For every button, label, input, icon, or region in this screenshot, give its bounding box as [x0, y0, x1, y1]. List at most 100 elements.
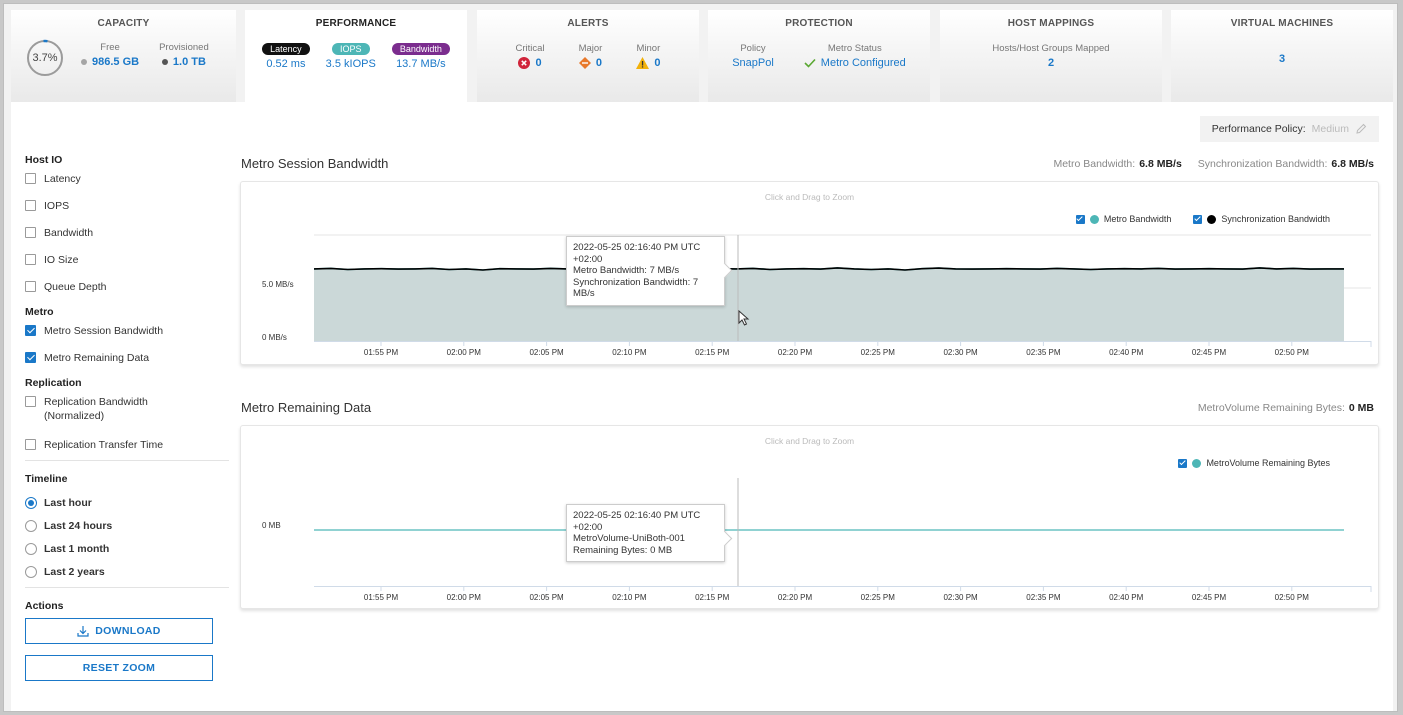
- timeline-option[interactable]: Last hour: [25, 491, 229, 514]
- timeline-heading: Timeline: [25, 473, 68, 485]
- tile-protection[interactable]: PROTECTION Policy SnapPol Metro Status M…: [708, 10, 930, 102]
- divider: [25, 460, 229, 461]
- policy-value[interactable]: SnapPol: [732, 57, 774, 69]
- checkbox[interactable]: [25, 396, 36, 407]
- timeline-option[interactable]: Last 1 month: [25, 537, 229, 560]
- metric-checkbox-row[interactable]: Latency: [25, 172, 229, 199]
- x-tick-label: 02:35 PM: [1026, 348, 1061, 357]
- checkbox-label: Replication Transfer Time: [44, 439, 164, 451]
- x-tick-label: 02:50 PM: [1275, 348, 1310, 357]
- free-dot-icon: [81, 59, 87, 65]
- x-tick-label: 02:20 PM: [778, 348, 813, 357]
- metric-checkbox-row[interactable]: Queue Depth: [25, 280, 229, 307]
- critical-label: Critical: [515, 43, 545, 54]
- radio-button[interactable]: [25, 542, 37, 555]
- radio-button[interactable]: [25, 519, 37, 532]
- radio-label: Last 24 hours: [44, 519, 113, 532]
- checkbox-label: Replication Bandwidth (Normalized): [44, 396, 148, 422]
- reset-zoom-label: RESET ZOOM: [82, 662, 156, 674]
- major-count: 0: [595, 57, 602, 69]
- provisioned-value: 1.0 TB: [172, 56, 206, 68]
- tile-title: ALERTS: [567, 18, 609, 29]
- bandwidth-tooltip: 2022-05-25 02:16:40 PM UTC +02:00 Metro …: [566, 236, 725, 306]
- timeline-option[interactable]: Last 24 hours: [25, 514, 229, 537]
- checkbox[interactable]: [25, 254, 36, 265]
- x-tick-label: 02:25 PM: [861, 593, 896, 602]
- tile-host-mappings[interactable]: HOST MAPPINGS Hosts/Host Groups Mapped 2: [940, 10, 1162, 102]
- check-icon: [804, 58, 816, 68]
- critical-count: 0: [535, 57, 542, 69]
- checkbox[interactable]: [25, 439, 36, 450]
- radio-button[interactable]: [25, 496, 37, 509]
- timeline-option[interactable]: Last 2 years: [25, 560, 229, 583]
- remaining-chart-title: Metro Remaining Data: [241, 400, 372, 415]
- app-frame: CAPACITY 3.7% Free 986.5 GB Provisioned …: [3, 3, 1398, 712]
- metrics-sidebar: Host IO Latency IOPS Bandwidth IO Size Queue…: [25, 154, 229, 681]
- tile-title: PERFORMANCE: [315, 18, 397, 29]
- metric-checkbox-row[interactable]: IOPS: [25, 199, 229, 226]
- bandwidth-value: 13.7 MB/s: [396, 58, 446, 70]
- remaining-plot[interactable]: 0 MB 01:55 PM 02:00 PM 02:05 PM 02:10 PM 02:1…: [241, 426, 1380, 610]
- x-tick-label: 02:35 PM: [1026, 593, 1061, 602]
- checkbox[interactable]: [25, 173, 36, 184]
- remaining-bytes-stat-value: 0 MB: [1348, 402, 1374, 414]
- minor-warning-icon: [636, 57, 650, 69]
- sync-bandwidth-stat-label: Synchronization Bandwidth:: [1197, 158, 1328, 170]
- tooltip-line: +02:00: [573, 253, 603, 265]
- metric-checkbox-row[interactable]: Metro Session Bandwidth: [25, 324, 229, 351]
- performance-policy[interactable]: Performance Policy: Medium: [1199, 116, 1379, 142]
- x-tick-label: 01:55 PM: [364, 348, 399, 357]
- reset-zoom-button[interactable]: RESET ZOOM: [25, 655, 213, 681]
- checkbox[interactable]: [25, 281, 36, 292]
- tooltip-line: MB/s: [573, 288, 595, 299]
- tile-alerts[interactable]: ALERTS Critical 0 Major 0 Minor 0: [477, 10, 699, 102]
- download-button[interactable]: DOWNLOAD: [25, 618, 213, 644]
- checkbox-label: IOPS: [44, 200, 70, 212]
- download-label: DOWNLOAD: [95, 625, 161, 637]
- latency-value: 0.52 ms: [266, 58, 306, 70]
- checkbox[interactable]: [25, 227, 36, 238]
- checkbox-label: IO Size: [44, 254, 79, 266]
- metric-checkbox-row[interactable]: Bandwidth: [25, 226, 229, 253]
- policy-label: Policy: [740, 43, 766, 54]
- remaining-chart-stats: MetroVolume Remaining Bytes: 0 MB: [1198, 402, 1374, 414]
- bandwidth-pill: Bandwidth: [391, 43, 450, 55]
- metro-bandwidth-stat-value: 6.8 MB/s: [1139, 158, 1182, 170]
- tile-title: CAPACITY: [97, 18, 150, 29]
- tile-capacity[interactable]: CAPACITY 3.7% Free 986.5 GB Provisioned …: [11, 10, 236, 102]
- metric-checkbox-row[interactable]: Replication Bandwidth (Normalized): [25, 395, 229, 438]
- metric-checkbox-row[interactable]: IO Size: [25, 253, 229, 280]
- x-tick-label: 02:30 PM: [943, 593, 978, 602]
- metric-checkbox-row[interactable]: Metro Remaining Data: [25, 351, 229, 378]
- major-label: Major: [578, 43, 603, 54]
- bandwidth-chart[interactable]: Click and Drag to Zoom Metro Bandwidth S…: [240, 181, 1379, 365]
- minor-count: 0: [654, 57, 661, 69]
- tile-title: VIRTUAL MACHINES: [1230, 18, 1334, 29]
- tooltip-line: +02:00: [573, 521, 603, 533]
- remaining-chart[interactable]: Click and Drag to Zoom MetroVolume Remai…: [240, 425, 1379, 609]
- major-icon: [578, 57, 591, 69]
- tile-title: PROTECTION: [785, 18, 853, 29]
- x-tick-label: 01:55 PM: [364, 593, 399, 602]
- radio-button[interactable]: [25, 565, 37, 578]
- metro-status-value: Metro Configured: [820, 57, 906, 69]
- checkbox[interactable]: [25, 200, 36, 211]
- checkbox[interactable]: [25, 352, 36, 363]
- tile-title: HOST MAPPINGS: [1007, 18, 1095, 29]
- tile-performance[interactable]: PERFORMANCE Latency 0.52 ms IOPS 3.5 kIO…: [245, 10, 467, 104]
- checkbox-label: Bandwidth: [44, 227, 94, 239]
- mouse-cursor-icon: [738, 310, 750, 326]
- checkbox[interactable]: [25, 325, 36, 336]
- tile-virtual-machines[interactable]: VIRTUAL MACHINES 3: [1171, 10, 1393, 102]
- performance-policy-value: Medium: [1311, 123, 1349, 135]
- x-tick-label: 02:10 PM: [612, 348, 647, 357]
- tooltip-line: Metro Bandwidth: 7 MB/s: [573, 265, 680, 276]
- edit-pencil-icon[interactable]: [1355, 123, 1367, 135]
- checkbox-label: Latency: [44, 173, 81, 185]
- x-tick-label: 02:40 PM: [1109, 593, 1144, 602]
- y-tick-label: 5.0 MB/s: [262, 280, 294, 289]
- x-tick-label: 02:30 PM: [943, 348, 978, 357]
- x-tick-label: 02:15 PM: [695, 593, 730, 602]
- checkbox-label: Metro Remaining Data: [44, 352, 150, 364]
- bandwidth-plot[interactable]: 0 MB/s 5.0 MB/s 01:55 PM 02:00 PM 02:05 PM 02…: [241, 182, 1380, 366]
